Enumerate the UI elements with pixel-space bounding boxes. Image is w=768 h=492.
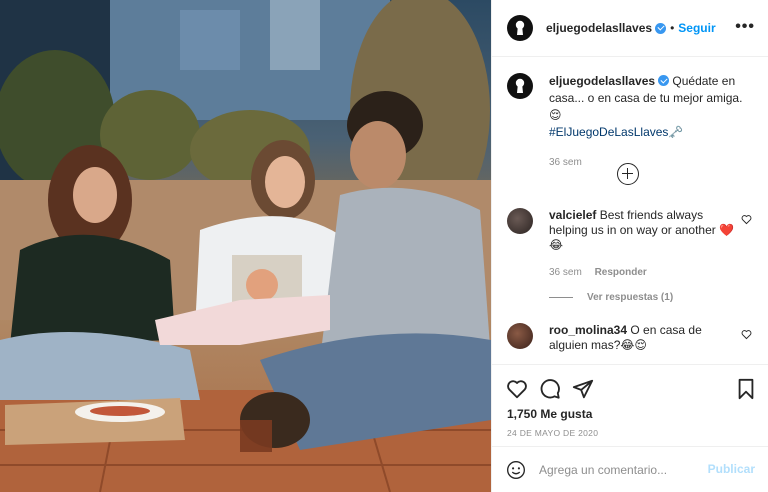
- heart-icon[interactable]: [741, 214, 752, 225]
- emoji-icon[interactable]: [506, 460, 526, 480]
- verified-icon: [658, 75, 670, 86]
- keyhole-icon: [515, 78, 525, 93]
- separator-dot: •: [670, 21, 675, 35]
- commenter-avatar[interactable]: [507, 208, 533, 234]
- comment-composer: Publicar: [492, 446, 768, 492]
- heart-icon[interactable]: [506, 378, 528, 400]
- action-bar: 1,750 Me gusta 24 DE MAYO DE 2020: [492, 364, 768, 446]
- caption-body: eljuegodelasllaves Quédate en casa... o …: [549, 73, 757, 141]
- author-username[interactable]: eljuegodelasllaves: [546, 21, 652, 35]
- comment-body: roo_molina34 O en casa de alguien mas?😂😌: [549, 323, 739, 353]
- post-side-panel: eljuegodelasllaves • Seguir ••• eljuegod…: [491, 0, 768, 492]
- save-icon[interactable]: [735, 378, 757, 400]
- comment-icon[interactable]: [539, 378, 561, 400]
- caption-time[interactable]: 36 sem: [549, 157, 757, 168]
- view-replies-label: Ver respuestas (1): [587, 292, 674, 303]
- caption-avatar[interactable]: [507, 73, 533, 99]
- caption: eljuegodelasllaves Quédate en casa... o …: [507, 73, 757, 168]
- comment-username[interactable]: roo_molina34: [549, 323, 627, 337]
- load-more-icon[interactable]: [617, 163, 639, 185]
- comment-item: roo_molina34 O en casa de alguien mas?😂😌: [507, 323, 757, 353]
- likes-count[interactable]: 1,750 Me gusta: [507, 407, 592, 421]
- comments-section[interactable]: eljuegodelasllaves Quédate en casa... o …: [492, 58, 768, 364]
- heart-icon[interactable]: [741, 329, 752, 340]
- comment-meta: 36 sem Responder: [549, 267, 757, 278]
- view-replies-button[interactable]: Ver respuestas (1): [549, 292, 757, 303]
- verified-icon: [655, 22, 667, 34]
- caption-key-emoji: 🗝️: [668, 125, 684, 139]
- publish-button[interactable]: Publicar: [708, 462, 755, 476]
- more-icon[interactable]: •••: [735, 19, 755, 35]
- author-avatar[interactable]: [507, 15, 533, 41]
- caption-username[interactable]: eljuegodelasllaves: [549, 74, 655, 88]
- photo-scene: [0, 0, 491, 492]
- comment-username[interactable]: valcielef: [549, 208, 596, 222]
- comment-item: valcielef Best friends always helping us…: [507, 208, 757, 303]
- caption-hashtag[interactable]: #ElJuegoDeLasLlaves: [549, 125, 668, 139]
- replies-divider: [549, 297, 573, 298]
- follow-button[interactable]: Seguir: [678, 21, 715, 35]
- keyhole-icon: [515, 20, 525, 35]
- post-photo[interactable]: [0, 0, 491, 492]
- comment-input[interactable]: [539, 462, 699, 477]
- reply-button[interactable]: Responder: [595, 267, 647, 278]
- commenter-avatar[interactable]: [507, 323, 533, 349]
- share-icon[interactable]: [572, 378, 594, 400]
- comment-time[interactable]: 36 sem: [549, 267, 582, 278]
- post-date[interactable]: 24 DE MAYO DE 2020: [507, 428, 598, 438]
- comment-body: valcielef Best friends always helping us…: [549, 208, 739, 253]
- post-header: eljuegodelasllaves • Seguir •••: [492, 0, 768, 57]
